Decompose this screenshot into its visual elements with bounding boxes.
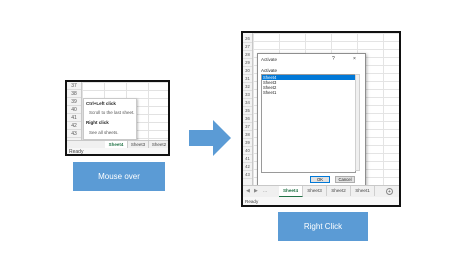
sheet-listbox[interactable]: Sheet4 Sheet3 Sheet2 Sheet1 [261, 74, 356, 173]
row-number: 35 [243, 107, 252, 115]
row-number-column: 26 27 28 29 30 31 32 33 34 35 36 37 38 3… [243, 33, 253, 185]
dialog-title: Activate [261, 57, 278, 62]
row-number: 32 [243, 83, 252, 91]
tooltip-line: Scroll to the last sheet. [89, 110, 135, 115]
row-number: 42 [243, 163, 252, 171]
row-number: 30 [243, 67, 252, 75]
row-number: 31 [243, 75, 252, 83]
tooltip-line: Right click [86, 120, 109, 125]
mouse-over-screenshot: 37 38 39 40 41 42 43 Ctrl+Left click Scr… [65, 80, 170, 156]
tooltip-line: Ctrl+Left click [86, 101, 116, 106]
status-bar: Ready [67, 148, 168, 154]
sheet-tab-active[interactable]: Sheet4 [279, 186, 303, 197]
row-number: 38 [243, 131, 252, 139]
row-number: 34 [243, 99, 252, 107]
row-number: 27 [243, 43, 252, 51]
tooltip-line: See all sheets. [89, 130, 119, 135]
sheet-tab[interactable]: Sheet2 [149, 141, 168, 148]
row-number: 33 [243, 91, 252, 99]
listbox-scrollbar[interactable] [355, 74, 360, 171]
sheet-nav-tooltip: Ctrl+Left click Scroll to the last sheet… [83, 98, 137, 140]
row-number: 28 [243, 51, 252, 59]
row-number: 41 [67, 114, 81, 122]
row-number: 43 [67, 130, 81, 138]
row-number: 26 [243, 35, 252, 43]
more-sheets-icon[interactable]: ... [263, 188, 267, 194]
sheet-list-item[interactable]: Sheet1 [262, 90, 355, 95]
status-bar: Ready [243, 197, 399, 205]
sheet-tab[interactable]: Sheet3 [128, 141, 149, 148]
row-number: 40 [67, 106, 81, 114]
row-number: 42 [67, 122, 81, 130]
help-icon[interactable]: ? [332, 56, 335, 62]
scroll-right-icon[interactable]: ▶ [254, 188, 258, 194]
row-number: 39 [243, 139, 252, 147]
row-number: 37 [243, 123, 252, 131]
row-number: 36 [243, 115, 252, 123]
row-number: 43 [243, 171, 252, 179]
activate-label: Activate [261, 68, 278, 73]
cancel-button[interactable]: Cancel [335, 176, 355, 183]
row-number: 39 [67, 98, 81, 106]
add-sheet-icon[interactable]: + [386, 188, 393, 195]
sheet-tab[interactable]: Sheet1 [351, 186, 375, 196]
row-number: 40 [243, 147, 252, 155]
close-icon[interactable]: × [353, 56, 356, 62]
caption-right-click: Right Click [278, 212, 368, 241]
sheet-tab[interactable]: Sheet2 [327, 186, 351, 196]
sheet-tab[interactable]: Sheet3 [303, 186, 327, 196]
right-arrow-icon [189, 120, 231, 156]
right-click-screenshot: 26 27 28 29 30 31 32 33 34 35 36 37 38 3… [241, 31, 401, 207]
row-number: 41 [243, 155, 252, 163]
caption-mouse-over: Mouse over [73, 162, 165, 191]
row-number: 29 [243, 59, 252, 67]
ok-button[interactable]: OK [310, 176, 330, 183]
scroll-left-icon[interactable]: ◀ [246, 188, 250, 194]
row-number: 37 [67, 82, 81, 90]
row-number-column: 37 38 39 40 41 42 43 [67, 82, 82, 140]
row-number: 38 [67, 90, 81, 98]
activate-dialog: Activate ? × Activate Sheet4 Sheet3 Shee… [257, 53, 366, 187]
